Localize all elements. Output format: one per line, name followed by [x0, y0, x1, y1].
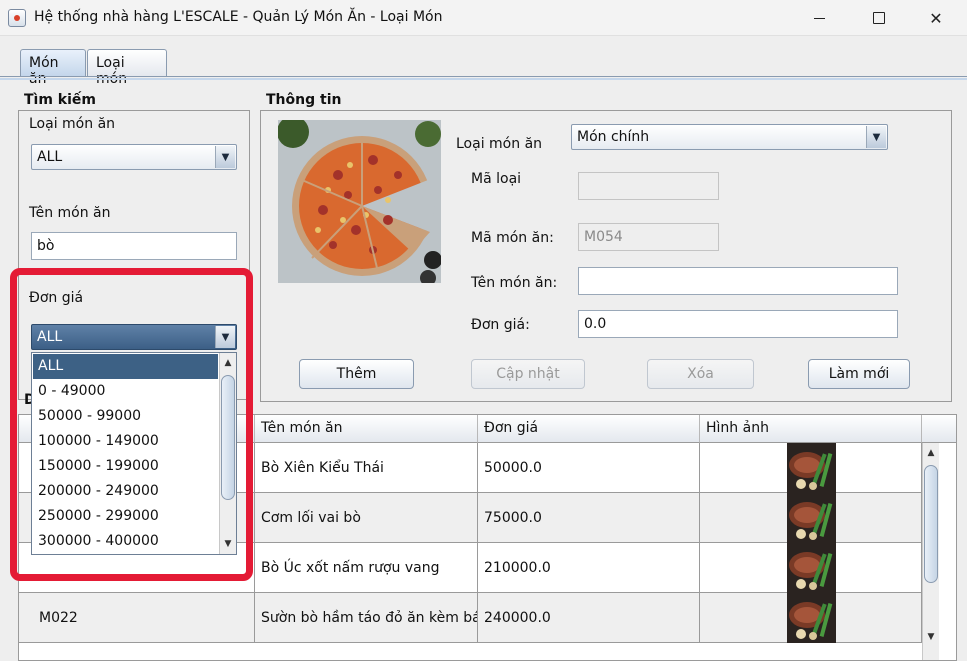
minimize-icon [813, 17, 825, 19]
dish-name-input[interactable] [578, 267, 898, 295]
cell-name: Bò Úc xốt nấm rượu vang [255, 543, 478, 593]
add-button[interactable]: Thêm [299, 359, 414, 389]
window-title: Hệ thống nhà hàng L'ESCALE - Quản Lý Món… [34, 9, 443, 25]
search-group-title: Tìm kiếm [24, 92, 97, 108]
info-group-title: Thông tin [266, 92, 342, 108]
refresh-button[interactable]: Làm mới [808, 359, 910, 389]
column-header-price[interactable]: Đơn giá [478, 415, 700, 443]
chevron-down-icon: ▼ [866, 126, 886, 148]
maximize-button[interactable] [856, 0, 902, 36]
close-button[interactable]: ✕ [913, 0, 959, 36]
cell-image [700, 443, 922, 493]
steak-thumbnail [787, 443, 836, 493]
dish-code-input: M054 [578, 223, 719, 251]
search-category-label: Loại món ăn [29, 116, 116, 132]
scroll-thumb[interactable] [924, 465, 938, 583]
type-code-input [578, 172, 719, 200]
steak-thumbnail [787, 593, 836, 643]
info-category-combo[interactable]: Món chính ▼ [571, 124, 888, 150]
cell-image [700, 593, 922, 643]
cell-name: Bò Xiên Kiểu Thái [255, 443, 478, 493]
cell-name: Sườn bò hầm táo đỏ ăn kèm bá... [255, 593, 478, 643]
price-label: Đơn giá: [471, 317, 530, 333]
tab-loai-mon[interactable]: Loại món [87, 49, 167, 87]
dish-code-value: M054 [584, 229, 623, 245]
price-input[interactable]: 0.0 [578, 310, 898, 338]
search-category-value: ALL [37, 149, 63, 165]
tab-divider [0, 76, 967, 77]
search-name-value: bò [37, 238, 55, 254]
cell-image [700, 493, 922, 543]
cell-name: Cơm lối vai bò [255, 493, 478, 543]
close-icon: ✕ [929, 8, 943, 28]
cell-price: 50000.0 [478, 443, 700, 493]
table-row[interactable]: M022 Sườn bò hầm táo đỏ ăn kèm bá... 240… [19, 593, 922, 643]
table-scrollbar[interactable]: ▲ ▼ [922, 443, 939, 660]
dish-name-label: Tên món ăn: [471, 275, 558, 291]
scroll-down-icon[interactable]: ▼ [923, 629, 939, 645]
pizza-image [278, 120, 441, 283]
type-code-label: Mã loại [471, 171, 522, 187]
dish-code-label: Mã món ăn: [471, 230, 554, 246]
search-category-combo[interactable]: ALL ▼ [31, 144, 237, 170]
tab-divider-accent [0, 78, 967, 80]
info-category-label: Loại món ăn [456, 136, 543, 152]
info-category-value: Món chính [577, 129, 650, 145]
price-value: 0.0 [584, 316, 607, 332]
highlight-box [10, 268, 253, 581]
search-name-input[interactable]: bò [31, 232, 237, 260]
steak-thumbnail [787, 543, 836, 593]
dish-image [278, 120, 441, 283]
search-name-label: Tên món ăn [29, 205, 111, 221]
chevron-down-icon: ▼ [215, 146, 235, 168]
column-header-image[interactable]: Hình ảnh [700, 415, 922, 443]
minimize-button[interactable] [796, 0, 842, 36]
cell-image [700, 543, 922, 593]
maximize-icon [873, 12, 885, 24]
java-app-icon [8, 9, 26, 27]
scroll-up-icon[interactable]: ▲ [923, 445, 939, 461]
column-header-corner [922, 415, 956, 443]
cell-code: M022 [19, 593, 255, 643]
tab-mon-an[interactable]: Món ăn [20, 49, 86, 87]
update-button[interactable]: Cập nhật [471, 359, 585, 389]
column-header-name[interactable]: Tên món ăn [255, 415, 478, 443]
cell-price: 75000.0 [478, 493, 700, 543]
steak-thumbnail [787, 493, 836, 543]
delete-button[interactable]: Xóa [647, 359, 754, 389]
cell-price: 240000.0 [478, 593, 700, 643]
title-bar: Hệ thống nhà hàng L'ESCALE - Quản Lý Món… [0, 0, 967, 36]
cell-price: 210000.0 [478, 543, 700, 593]
